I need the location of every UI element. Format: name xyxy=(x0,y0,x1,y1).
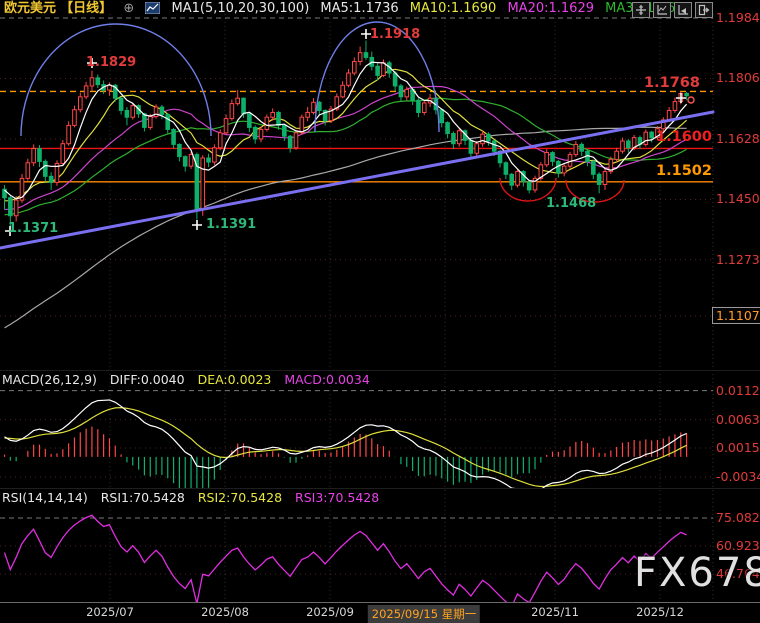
ma5-value: MA5:1.1736 xyxy=(320,1,398,16)
macd-pane-header: MACD(26,12,9) DIFF:0.0040 DEA:0.0023 MAC… xyxy=(2,372,379,387)
macd-axis-tick: 0.0015 xyxy=(716,440,760,455)
y-axis-boxed-label: 1.1107 xyxy=(712,307,760,324)
x-axis-tick: 2025/07 xyxy=(86,605,134,619)
chart-toolbar xyxy=(632,2,713,18)
x-axis-selected-date: 2025/09/15 星期一 xyxy=(368,605,480,623)
axis-scale-right-icon[interactable] xyxy=(674,2,692,18)
rsi1-value: RSI1:70.5428 xyxy=(101,490,185,505)
symbol-title: 欧元美元 xyxy=(4,1,56,16)
y-axis-tick: 1.1273 xyxy=(716,252,760,267)
rsi-axis-tick: 75.0822 xyxy=(716,510,760,525)
add-indicator-icon[interactable]: ⊕ xyxy=(123,1,134,16)
x-axis-tick: 2025/09 xyxy=(306,605,354,619)
rsi-pane-header: RSI(14,14,14) RSI1:70.5428 RSI2:70.5428 … xyxy=(2,490,388,505)
period-label: 【日线】 xyxy=(60,1,112,16)
crosshair-move-icon[interactable] xyxy=(632,2,650,18)
watermark: FX678 xyxy=(634,550,760,596)
swing-price-label: 1.1391 xyxy=(206,217,256,232)
macd-value: MACD:0.0034 xyxy=(284,372,369,387)
ma10-value: MA10:1.1690 xyxy=(410,1,497,16)
level-price-label: 1.1600 xyxy=(656,129,712,145)
y-axis-tick: 1.1806 xyxy=(716,70,760,85)
chart-titlebar: 欧元美元 【日线】 ⊕ MA1(5,10,20,30,100) MA5:1.17… xyxy=(4,0,699,17)
chart-canvas[interactable] xyxy=(0,0,760,623)
y-axis-tick: 1.1450 xyxy=(716,191,760,206)
axis-scale-left-icon[interactable] xyxy=(653,2,671,18)
mini-chart-icon xyxy=(145,2,160,19)
ma20-value: MA20:1.1629 xyxy=(507,1,594,16)
macd-dea-value: DEA:0.0023 xyxy=(198,372,272,387)
macd-name-label: MACD(26,12,9) xyxy=(2,372,97,387)
level-price-label: 1.1768 xyxy=(644,75,700,91)
exit-fullscreen-icon[interactable] xyxy=(695,2,713,18)
swing-price-label: 1.1468 xyxy=(546,196,596,211)
y-axis-tick: 1.1984 xyxy=(716,10,760,25)
macd-axis-tick: 0.0112 xyxy=(716,383,760,398)
rsi2-value: RSI2:70.5428 xyxy=(198,490,282,505)
x-axis-tick: 2025/11 xyxy=(531,605,579,619)
macd-axis-tick: -0.0034 xyxy=(716,469,760,484)
level-price-label: 1.1502 xyxy=(656,163,712,179)
ma-params-label: MA1(5,10,20,30,100) xyxy=(172,1,310,16)
x-axis-tick: 2025/08 xyxy=(201,605,249,619)
y-axis-tick: 1.1628 xyxy=(716,131,760,146)
swing-price-label: 1.1371 xyxy=(8,221,58,236)
swing-price-label: 1.1829 xyxy=(86,55,136,70)
swing-price-label: 1.1918 xyxy=(370,27,420,42)
x-axis-tick: 2025/12 xyxy=(636,605,684,619)
macd-diff-value: DIFF:0.0040 xyxy=(110,372,185,387)
rsi3-value: RSI3:70.5428 xyxy=(295,490,379,505)
rsi-name-label: RSI(14,14,14) xyxy=(2,490,88,505)
macd-axis-tick: 0.0063 xyxy=(716,412,760,427)
trading-chart-window: 欧元美元 【日线】 ⊕ MA1(5,10,20,30,100) MA5:1.17… xyxy=(0,0,760,623)
